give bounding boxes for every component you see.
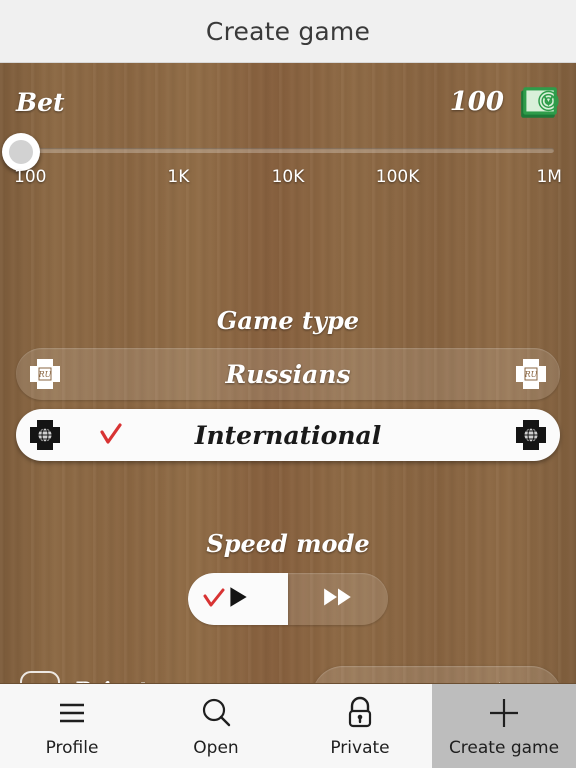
titlebar: Create game	[0, 0, 576, 63]
globe-icon	[28, 418, 62, 452]
bet-slider[interactable]	[0, 127, 576, 171]
fast-forward-icon	[322, 584, 354, 615]
flag-ru-icon: RU	[28, 357, 62, 391]
bet-row: Bet 100	[0, 79, 576, 125]
game-type-label: Russians	[225, 359, 351, 389]
hamburger-icon	[53, 694, 91, 732]
lock-icon	[341, 694, 379, 732]
nav-item-profile[interactable]: Profile	[0, 684, 144, 768]
money-stack-icon	[518, 81, 560, 123]
bet-value: 100	[449, 87, 504, 117]
bet-slider-track[interactable]	[18, 148, 554, 153]
slider-tick: 1K	[167, 167, 190, 187]
plus-icon	[485, 694, 523, 732]
check-icon	[202, 587, 226, 611]
private-game-row[interactable]: Private game	[20, 671, 236, 683]
speed-mode-heading: Speed mode	[206, 529, 370, 558]
private-game-checkbox[interactable]	[20, 671, 60, 683]
game-type-option-russians[interactable]: RU Russians RU	[16, 348, 560, 400]
slider-tick: 100K	[375, 167, 420, 187]
speed-mode-option-fast[interactable]	[288, 573, 388, 625]
nav-label: Private	[330, 738, 390, 758]
private-game-label: Private game	[74, 678, 236, 683]
game-type-heading: Game type	[216, 306, 360, 335]
create-game-screen: Create game Bet 100 100 1K 10K 100K 1M G…	[0, 0, 576, 768]
globe-icon	[514, 418, 548, 452]
nav-item-private[interactable]: Private	[288, 684, 432, 768]
game-type-label: International	[194, 420, 382, 450]
search-icon	[197, 694, 235, 732]
game-board-panel: Bet 100 100 1K 10K 100K 1M Game type RU …	[0, 63, 576, 683]
slider-tick: 1M	[536, 167, 562, 187]
slider-tick: 10K	[271, 167, 305, 187]
slider-tick: 100	[14, 167, 47, 187]
nav-label: Open	[193, 738, 239, 758]
nav-label: Create game	[448, 738, 560, 758]
bottom-navigation: Profile Open Private Create game	[0, 683, 576, 768]
nav-item-create-game[interactable]: Create game	[432, 684, 576, 768]
create-button[interactable]: Create	[312, 666, 562, 683]
nav-item-open[interactable]: Open	[144, 684, 288, 768]
bet-slider-thumb[interactable]	[2, 133, 40, 171]
speed-mode-option-normal[interactable]	[188, 573, 288, 625]
svg-text:RU: RU	[524, 370, 538, 379]
play-arrow-icon	[492, 678, 526, 683]
bet-label: Bet	[16, 87, 65, 117]
bet-slider-ticks: 100 1K 10K 100K 1M	[0, 167, 576, 193]
speed-mode-segmented-control	[188, 573, 388, 625]
page-title: Create game	[205, 16, 371, 46]
svg-text:RU: RU	[38, 370, 52, 379]
game-type-option-international[interactable]: International	[16, 409, 560, 461]
nav-label: Profile	[45, 738, 99, 758]
play-icon	[225, 584, 251, 615]
check-icon	[98, 422, 124, 448]
flag-ru-icon: RU	[514, 357, 548, 391]
create-button-label: Create	[348, 681, 452, 684]
